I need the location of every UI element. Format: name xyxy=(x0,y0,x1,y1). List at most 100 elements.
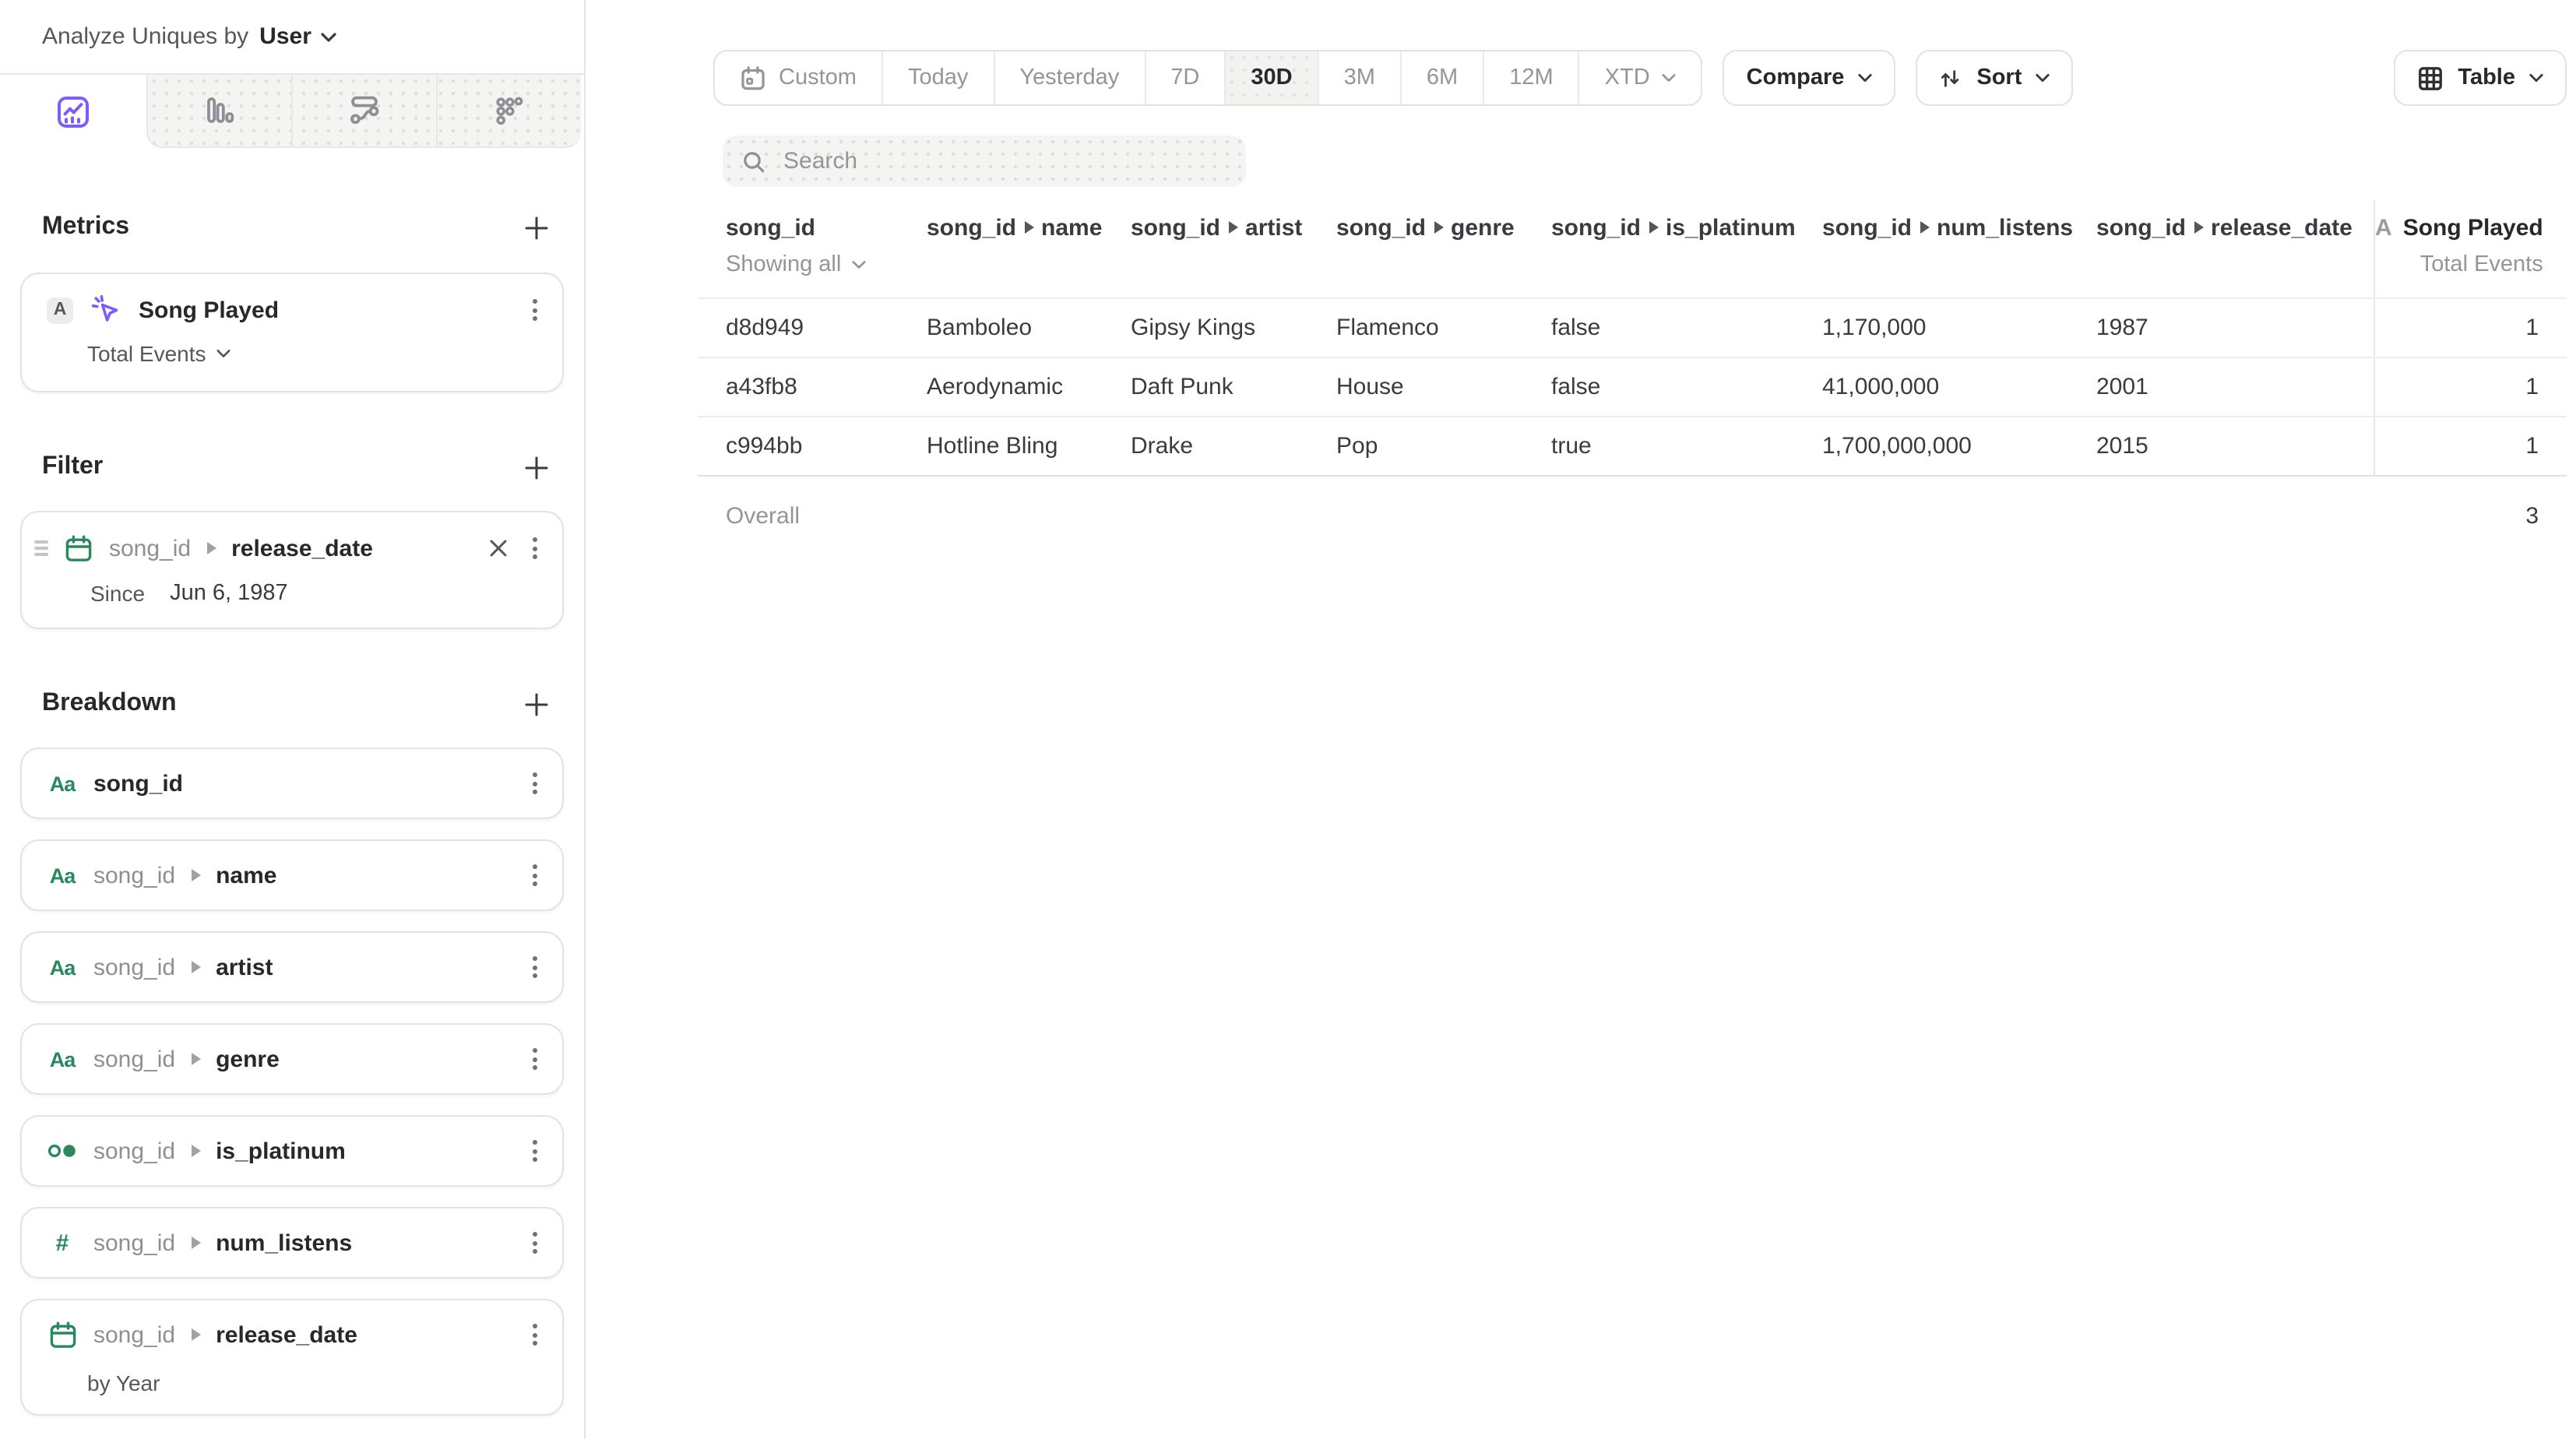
tab-retention[interactable] xyxy=(438,75,581,146)
range-yesterday[interactable]: Yesterday xyxy=(994,51,1145,104)
column-header-name[interactable]: song_id name xyxy=(927,199,1131,297)
breakdown-card[interactable]: Aa song_id artist xyxy=(20,931,564,1003)
breakdown-parent: song_id xyxy=(93,1138,175,1164)
column-header-song-id[interactable]: song_id Showing all xyxy=(726,199,927,297)
metric-aggregation-label: Total Events xyxy=(2420,252,2543,277)
column-header-is-platinum[interactable]: song_id is_platinum xyxy=(1551,199,1822,297)
cell-metric-value: 1 xyxy=(2374,299,2567,357)
tab-flows[interactable] xyxy=(293,75,438,146)
breakdown-kebab-menu[interactable] xyxy=(526,1134,544,1168)
breakdown-kebab-menu[interactable] xyxy=(526,1226,544,1260)
range-label: 12M xyxy=(1509,65,1553,90)
breakdown-kebab-menu[interactable] xyxy=(526,1318,544,1352)
metric-series-letter: A xyxy=(2375,214,2392,241)
range-12m[interactable]: 12M xyxy=(1484,51,1579,104)
range-3m[interactable]: 3M xyxy=(1319,51,1402,104)
breakdown-card[interactable]: Aa song_id genre xyxy=(20,1023,564,1095)
range-label: XTD xyxy=(1605,65,1650,90)
text-property-icon: Aa xyxy=(50,1047,76,1071)
breakdown-kebab-menu[interactable] xyxy=(526,950,544,984)
cell-name: Hotline Bling xyxy=(927,417,1131,475)
range-today[interactable]: Today xyxy=(883,51,994,104)
query-builder-sidebar: Analyze Uniques by User xyxy=(0,0,586,1439)
cell-release-date: 1987 xyxy=(2096,299,2374,357)
breakdown-property: num_listens xyxy=(216,1230,352,1256)
cell-name: Aerodynamic xyxy=(927,358,1131,416)
compare-button[interactable]: Compare xyxy=(1723,50,1896,106)
table-search[interactable] xyxy=(723,135,1246,187)
view-type-label: Table xyxy=(2458,65,2515,90)
range-7d[interactable]: 7D xyxy=(1145,51,1226,104)
column-label: genre xyxy=(1451,214,1515,241)
breakdown-kebab-menu[interactable] xyxy=(526,858,544,892)
sort-button[interactable]: Sort xyxy=(1916,50,2073,106)
add-metric-button[interactable] xyxy=(517,209,554,246)
column-header-release-date[interactable]: song_id release_date xyxy=(2096,199,2374,297)
breakdown-kebab-menu[interactable] xyxy=(526,766,544,800)
breakdown-card[interactable]: Aa song_id name xyxy=(20,839,564,911)
range-custom[interactable]: Custom xyxy=(715,51,883,104)
filter-card[interactable]: song_id release_date Since Jun 6, 1987 xyxy=(20,511,564,629)
query-sections: Metrics A Song Played Total Events xyxy=(0,148,584,1439)
breakdown-card[interactable]: Aa song_id xyxy=(20,748,564,819)
breakdown-property: artist xyxy=(216,954,273,980)
column-header-num-listens[interactable]: song_id num_listens xyxy=(1822,199,2096,297)
column-header-artist[interactable]: song_id artist xyxy=(1131,199,1336,297)
results-table: song_id Showing all song_id name so xyxy=(698,199,2567,556)
filter-operator-dropdown[interactable]: Since xyxy=(90,581,145,606)
filter-kebab-menu[interactable] xyxy=(526,531,544,565)
showing-all-dropdown[interactable]: Showing all xyxy=(726,246,927,283)
table-header-row: song_id Showing all song_id name so xyxy=(698,199,2567,297)
chevron-down-icon xyxy=(321,32,336,41)
breakdown-card[interactable]: song_id release_date by Year xyxy=(20,1299,564,1416)
tab-funnels[interactable] xyxy=(148,75,293,146)
breakdown-card[interactable]: song_id is_platinum xyxy=(20,1115,564,1187)
add-filter-button[interactable] xyxy=(517,449,554,486)
property-arrow-icon xyxy=(1434,221,1443,234)
metric-card[interactable]: A Song Played Total Events xyxy=(20,273,564,392)
column-header-metric[interactable]: A Song Played Total Events xyxy=(2374,199,2571,297)
table-row[interactable]: a43fb8 Aerodynamic Daft Punk House false… xyxy=(698,357,2567,416)
analysis-type-label: Analyze Uniques by xyxy=(42,23,248,50)
metrics-heading: Metrics xyxy=(42,213,129,241)
column-parent: song_id xyxy=(1822,214,1912,241)
table-row[interactable]: d8d949 Bamboleo Gipsy Kings Flamenco fal… xyxy=(698,297,2567,357)
metric-kebab-menu[interactable] xyxy=(526,293,544,327)
range-label: 6M xyxy=(1427,65,1458,90)
search-input[interactable] xyxy=(780,146,1227,176)
range-30d[interactable]: 30D xyxy=(1226,51,1318,104)
cell-is-platinum: true xyxy=(1551,417,1822,475)
breakdown-kebab-menu[interactable] xyxy=(526,1042,544,1076)
range-xtd[interactable]: XTD xyxy=(1580,51,1701,104)
property-arrow-icon xyxy=(1228,221,1237,234)
property-arrow-icon xyxy=(1649,221,1658,234)
drag-handle-icon[interactable] xyxy=(34,541,48,556)
tab-insights[interactable] xyxy=(0,75,146,148)
add-breakdown-button[interactable] xyxy=(517,685,554,723)
view-type-button[interactable]: Table xyxy=(2394,50,2567,106)
column-parent: song_id xyxy=(1551,214,1641,241)
breakdown-property: release_date xyxy=(216,1321,357,1348)
column-label: is_platinum xyxy=(1666,214,1796,241)
text-property-icon: Aa xyxy=(50,955,76,979)
property-arrow-icon xyxy=(191,1328,200,1341)
breakdown-card[interactable]: # song_id num_listens xyxy=(20,1207,564,1279)
property-arrow-icon xyxy=(206,542,216,554)
plus-icon xyxy=(524,456,547,479)
breakdown-bucket-dropdown[interactable]: by Year xyxy=(87,1370,562,1395)
column-header-genre[interactable]: song_id genre xyxy=(1336,199,1551,297)
cell-is-platinum: false xyxy=(1551,299,1822,357)
entity-dropdown[interactable]: User xyxy=(259,23,336,50)
metric-aggregation-dropdown[interactable]: Total Events xyxy=(87,341,562,366)
filter-heading: Filter xyxy=(42,453,103,481)
cell-name: Bamboleo xyxy=(927,299,1131,357)
metrics-section-header: Metrics xyxy=(20,209,564,246)
metric-event-name: Song Played xyxy=(139,297,279,323)
filter-section-header: Filter xyxy=(20,449,564,486)
filter-value[interactable]: Jun 6, 1987 xyxy=(170,581,288,606)
filter-property: release_date xyxy=(231,535,373,561)
range-6m[interactable]: 6M xyxy=(1402,51,1484,104)
remove-filter-button[interactable] xyxy=(486,536,511,561)
cell-metric-value: 1 xyxy=(2374,417,2567,475)
table-row[interactable]: c994bb Hotline Bling Drake Pop true 1,70… xyxy=(698,416,2567,475)
